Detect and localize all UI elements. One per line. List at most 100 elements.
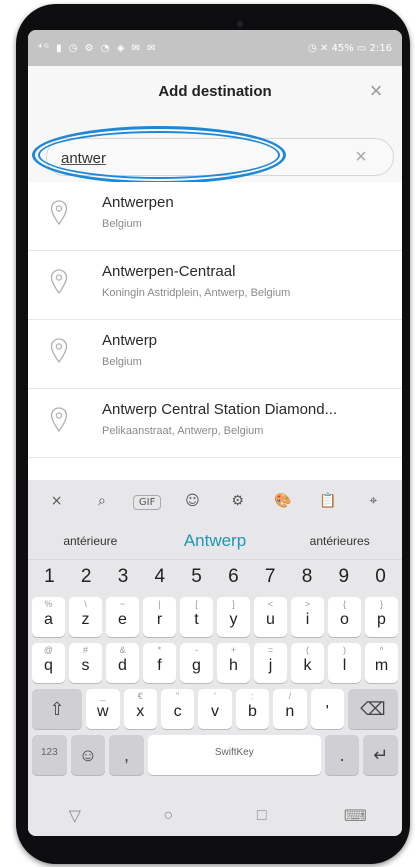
key-x[interactable]: € x [123,689,157,729]
list-item[interactable]: Antwerp Central Station Diamond... Pelik… [28,389,402,458]
result-location: Belgium [102,218,142,230]
key-alt: % [44,599,53,609]
key-f[interactable]: * f [143,643,176,683]
clipboard-icon[interactable]: 📋 [306,493,351,509]
key-t[interactable]: [t [180,597,213,637]
key-alt: € [137,691,143,701]
number-row: 1 2 3 4 5 6 7 8 9 0 [28,560,402,594]
search-area: × [28,116,402,184]
key-7[interactable]: 7 [252,566,289,588]
key-alt: ( [306,645,309,655]
clear-search-icon[interactable]: × [347,143,375,171]
key-e[interactable]: ~ e [106,597,139,637]
theme-palette-icon[interactable]: 🎨 [260,493,305,509]
back-icon[interactable]: ▽ [45,806,105,826]
key-alt: ] [232,599,235,609]
key-3[interactable]: 3 [105,566,142,588]
key-9[interactable]: 9 [325,566,362,588]
symbols-label: 123 [40,747,58,758]
key-j[interactable]: = j [254,643,287,683]
symbols-key[interactable]: 123 [32,735,67,775]
home-icon[interactable]: ○ [138,807,198,825]
suggestion-right[interactable]: antérieures [277,534,402,548]
key-m[interactable]: ^ m [365,643,398,683]
key-p[interactable]: } p [365,597,398,637]
status-bar-system-info: ◷ ✕ 45% ▭ 2:16 [308,42,392,54]
key-label: g [192,657,201,674]
key-q[interactable]: @ q [32,643,65,683]
key-label: p [377,611,386,628]
key-6[interactable]: 6 [215,566,252,588]
page-title: Add destination [158,82,272,100]
key-alt: : [251,691,254,701]
result-name: Antwerpen [102,194,174,211]
key-alt: } [379,599,383,609]
shift-key[interactable]: ⇧ [32,689,83,729]
key-alt: ~ [119,599,126,609]
key-alt: " [176,691,180,701]
key-y[interactable]: ] y [217,597,250,637]
key-label: v [211,703,220,720]
key-5[interactable]: 5 [178,566,215,588]
location-pin-icon [50,200,68,226]
key-d[interactable]: & d [106,643,139,683]
settings-icon[interactable]: ⚙ [215,493,260,509]
close-icon[interactable]: × [362,77,390,105]
emoji-icon: ☺ [78,745,98,765]
close-toolbar-icon[interactable]: × [34,493,79,509]
key-w[interactable]: _ w [86,689,120,729]
backspace-key[interactable]: ⌫ [347,689,399,729]
key-4[interactable]: 4 [141,566,178,588]
key-s[interactable]: # s [69,643,102,683]
comma-key[interactable]: , [109,735,144,775]
gif-icon[interactable]: GIF [125,493,170,510]
key-o[interactable]: {o [328,597,361,637]
key-alt: < [267,599,274,609]
recents-icon[interactable]: □ [232,807,292,825]
key-label: o [340,611,349,628]
period-key[interactable]: . [324,735,360,775]
space-key[interactable]: SwiftKey [147,735,321,775]
key-z[interactable]: \ z [69,597,102,637]
key-g[interactable]: -g [180,643,213,683]
key-k[interactable]: (k [291,643,324,683]
enter-key[interactable]: ↵ [363,735,398,775]
list-item[interactable]: Antwerp Belgium [28,320,402,389]
key-r[interactable]: | r [143,597,176,637]
key-b[interactable]: :b [235,689,270,729]
key-alt: _ [100,691,106,701]
key-label: k [303,657,312,674]
keyboard-hide-icon[interactable]: ⌨ [325,806,385,826]
emoji-key[interactable]: ☺ [70,735,106,775]
key-h[interactable]: + h [217,643,250,683]
key-a[interactable]: % a [32,597,65,637]
key-label: z [81,611,90,628]
key-alt: ' [214,691,216,701]
list-item[interactable]: Antwerpen Belgium [28,182,402,251]
pin-icon[interactable]: ⌖ [351,493,396,509]
key-n[interactable]: / n [273,689,307,729]
key-apostrophe[interactable]: ' [310,689,344,729]
key-c[interactable]: " c [160,689,195,729]
header: Add destination × [28,66,402,116]
key-label: w [97,703,109,720]
list-item[interactable]: Antwerpen-Centraal Koningin Astridplein,… [28,251,402,320]
gif-label: GIF [132,494,162,510]
suggestion-center[interactable]: Antwerp [153,531,278,551]
key-1[interactable]: 1 [31,566,68,588]
key-alt: \ [84,599,87,609]
suggestion-left[interactable]: antérieure [28,534,153,548]
sticker-icon[interactable]: ☺ [170,493,215,509]
key-v[interactable]: ' v [198,689,232,729]
key-l[interactable]: ) l [328,643,361,683]
suggestion-bar: antérieure Antwerp antérieures [28,522,402,560]
swiftkey-logo: SwiftKey [214,747,254,758]
key-u[interactable]: < u [254,597,287,637]
key-8[interactable]: 8 [289,566,326,588]
search-icon[interactable]: ⌕ [79,493,124,509]
key-2[interactable]: 2 [68,566,105,588]
key-i[interactable]: > i [291,597,324,637]
key-label: c [173,703,182,720]
key-0[interactable]: 0 [362,566,399,588]
key-alt: @ [43,645,54,655]
